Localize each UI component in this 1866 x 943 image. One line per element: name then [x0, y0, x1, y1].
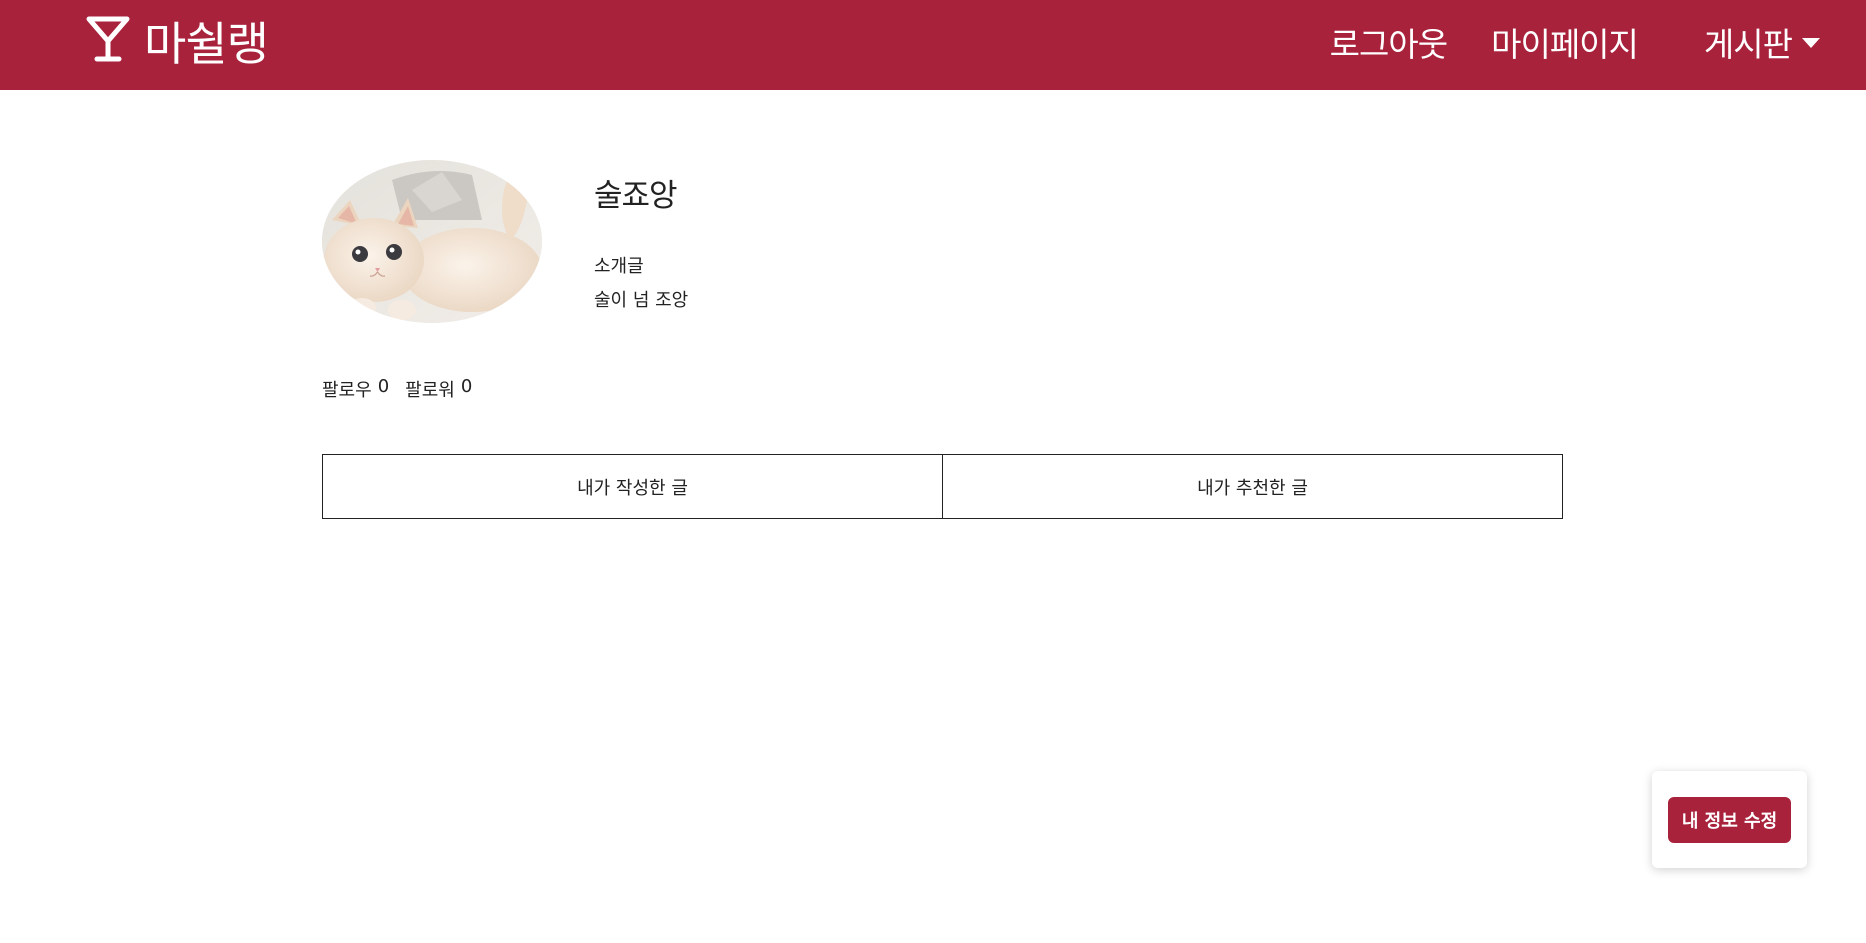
mypage-link[interactable]: 마이페이지 — [1491, 18, 1639, 66]
navbar: 마쉴랭 로그아웃 마이페이지 게시판 — [0, 0, 1866, 90]
logout-link[interactable]: 로그아웃 — [1330, 18, 1448, 66]
profile-avatar — [322, 160, 542, 323]
following-label: 팔로우 — [322, 380, 372, 401]
cat-photo — [322, 160, 542, 323]
cocktail-glass-icon — [86, 15, 130, 67]
post-tabs: 내가 작성한 글 내가 추천한 글 — [322, 454, 1563, 519]
follow-stats: 팔로우 0 팔로워 0 — [322, 376, 472, 402]
tab-liked-posts[interactable]: 내가 추천한 글 — [942, 455, 1562, 518]
nav-links: 로그아웃 마이페이지 게시판 — [1330, 18, 1820, 66]
profile-nickname: 술죠앙 — [594, 178, 678, 214]
following-count: 0 — [377, 376, 390, 397]
following-stat[interactable]: 팔로우 0 — [322, 376, 389, 402]
edit-profile-button[interactable]: 내 정보 수정 — [1667, 796, 1792, 843]
followers-label: 팔로워 — [405, 380, 455, 401]
brand-logo-link[interactable]: 마쉴랭 — [86, 10, 269, 72]
brand-name: 마쉴랭 — [144, 17, 269, 71]
profile-intro-text: 술이 넘 조앙 — [594, 290, 689, 311]
followers-stat[interactable]: 팔로워 0 — [405, 376, 472, 402]
board-dropdown-label: 게시판 — [1703, 25, 1793, 64]
followers-count: 0 — [460, 376, 473, 397]
profile-intro-label: 소개글 — [594, 256, 644, 277]
board-dropdown[interactable]: 게시판 — [1704, 18, 1820, 66]
caret-down-icon — [1802, 38, 1820, 48]
tab-my-posts[interactable]: 내가 작성한 글 — [323, 455, 942, 518]
edit-profile-card: 내 정보 수정 — [1652, 771, 1807, 868]
